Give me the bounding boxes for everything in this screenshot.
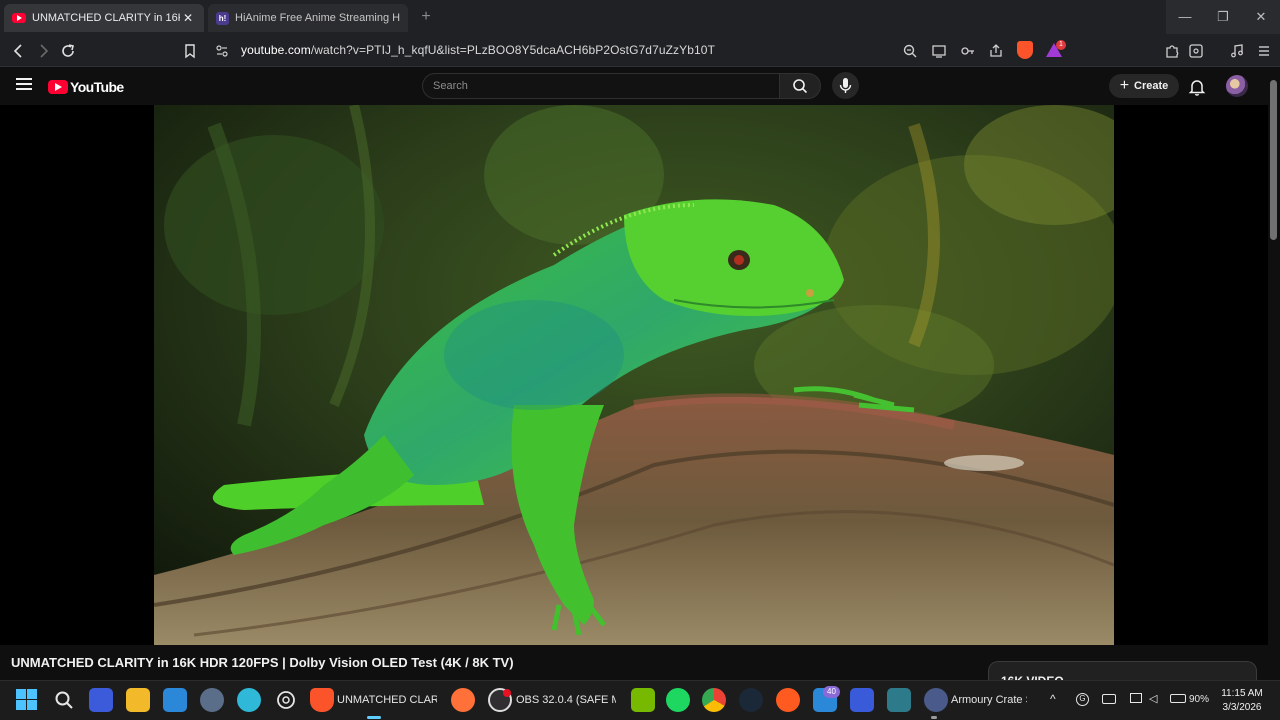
window-close-button[interactable]: ✕ [1242, 0, 1280, 34]
url-host: youtube.com [241, 43, 311, 57]
firefox-icon[interactable] [451, 688, 475, 712]
cast-icon[interactable] [928, 40, 950, 62]
back-arrow-icon[interactable] [8, 40, 30, 62]
window-restore-button[interactable]: ❐ [1204, 0, 1242, 34]
site-settings-icon[interactable] [211, 40, 233, 62]
extensions-puzzle-icon[interactable] [1161, 40, 1183, 62]
tab-close-icon[interactable]: ✕ [180, 11, 196, 25]
tab-youtube[interactable]: UNMATCHED CLARITY in 16K HDR 120FPS | Do… [4, 4, 204, 32]
plus-icon: + [1119, 77, 1130, 94]
lizard-video-image [154, 105, 1114, 645]
account-avatar[interactable] [1226, 75, 1248, 97]
page-scrollbar-thumb[interactable] [1270, 80, 1277, 240]
microphone-icon [839, 78, 852, 93]
youtube-favicon-icon [12, 13, 26, 23]
photos-app-icon[interactable] [163, 688, 187, 712]
snipping-tool-icon[interactable] [89, 688, 113, 712]
rewards-badge: 1 [1056, 40, 1066, 50]
chatgpt-app-icon[interactable] [274, 688, 298, 712]
soundcloud-icon[interactable] [776, 688, 800, 712]
keyboard-layout-icon[interactable] [1102, 694, 1116, 704]
canva-app-icon[interactable] [237, 688, 261, 712]
zoom-icon[interactable] [899, 40, 921, 62]
guide-menu-icon[interactable] [16, 78, 32, 92]
brave-shields-icon[interactable] [1017, 41, 1033, 59]
brave-browser-taskbar-icon[interactable] [310, 688, 334, 712]
browser-toolbar: youtube.com/watch?v=PTIJ_h_kqfU&list=PLz… [0, 34, 1280, 67]
brave-active-indicator [367, 716, 381, 719]
address-bar-url[interactable]: youtube.com/watch?v=PTIJ_h_kqfU&list=PLz… [241, 43, 715, 57]
volume-speaker-icon[interactable]: ◁ [1149, 692, 1157, 705]
youtube-masthead: YouTube + Create [0, 68, 1280, 105]
tab-title: HiAnime Free Anime Streaming Homepage [235, 12, 400, 24]
armoury-crate-label[interactable]: Armoury Crate SE [951, 694, 1027, 706]
tab-title: UNMATCHED CLARITY in 16K HDR 120FPS | Do… [32, 12, 180, 24]
tray-overflow-chevron-icon[interactable]: ^ [1050, 692, 1056, 706]
search-icon [793, 79, 808, 94]
hianime-favicon-icon: h! [216, 11, 229, 25]
search-box [422, 73, 780, 99]
nvidia-app-icon[interactable] [631, 688, 655, 712]
file-explorer-icon[interactable] [126, 688, 150, 712]
spotify-icon[interactable] [666, 688, 690, 712]
video-title: UNMATCHED CLARITY in 16K HDR 120FPS | Do… [11, 655, 514, 670]
chrome-icon[interactable] [702, 688, 726, 712]
brave-window-label[interactable]: UNMATCHED CLARITY in 16K HDR 120FPS [337, 694, 437, 706]
search-input[interactable] [423, 74, 780, 98]
browser-tab-strip: UNMATCHED CLARITY in 16K HDR 120FPS | Do… [0, 0, 1280, 34]
window-minimize-button[interactable]: — [1166, 0, 1204, 34]
password-key-icon[interactable] [957, 40, 979, 62]
voice-search-button[interactable] [832, 72, 859, 99]
url-path: /watch?v=PTIJ_h_kqfU&list=PLzBOO8Y5dcaAC… [310, 43, 716, 57]
network-wifi-icon[interactable] [1130, 693, 1142, 703]
notifications-bell-icon[interactable] [1187, 77, 1207, 97]
armoury-crate-icon[interactable] [924, 688, 948, 712]
obs-recording-dot [503, 689, 511, 697]
armoury-running-indicator [931, 716, 937, 719]
tray-app-g-icon[interactable]: G [1076, 693, 1089, 706]
obs-window-label[interactable]: OBS 32.0.4 (SAFE MODE) [516, 694, 616, 706]
create-label: Create [1134, 80, 1169, 92]
bookmark-icon[interactable] [179, 40, 201, 62]
share-icon[interactable] [985, 40, 1007, 62]
media-music-icon[interactable] [1226, 40, 1248, 62]
taskbar-search-icon[interactable] [52, 688, 76, 712]
windows-start-icon[interactable] [16, 689, 37, 710]
video-frame-lizard-on-log[interactable] [154, 105, 1114, 645]
clock-time: 11:15 AM [1221, 688, 1263, 699]
steam-icon[interactable] [739, 688, 763, 712]
battery-percent: 90% [1189, 694, 1210, 705]
sidebar-panel-icon[interactable] [1185, 40, 1207, 62]
system-clock[interactable]: 11:15 AM 3/3/2026 [1210, 687, 1274, 715]
settings-gear-icon[interactable] [200, 688, 224, 712]
tab-hianime[interactable]: h! HiAnime Free Anime Streaming Homepage [208, 4, 408, 32]
youtube-logo-text: YouTube [70, 79, 124, 95]
reload-icon[interactable] [57, 40, 79, 62]
new-tab-button[interactable]: + [416, 8, 436, 28]
video-player[interactable] [0, 105, 1268, 645]
forward-arrow-icon[interactable] [32, 40, 54, 62]
create-button[interactable]: + Create [1109, 74, 1179, 98]
utility-app-icon[interactable] [887, 688, 911, 712]
clock-date: 3/3/2026 [1222, 702, 1262, 713]
search-button[interactable] [779, 73, 821, 99]
youtube-logo[interactable]: YouTube [48, 79, 124, 95]
app-notification-badge: 40 [823, 686, 840, 698]
browser-menu-icon[interactable] [1253, 40, 1275, 62]
youtube-play-icon [48, 80, 68, 94]
vpn-app-icon[interactable] [850, 688, 874, 712]
battery-icon[interactable] [1170, 694, 1186, 703]
